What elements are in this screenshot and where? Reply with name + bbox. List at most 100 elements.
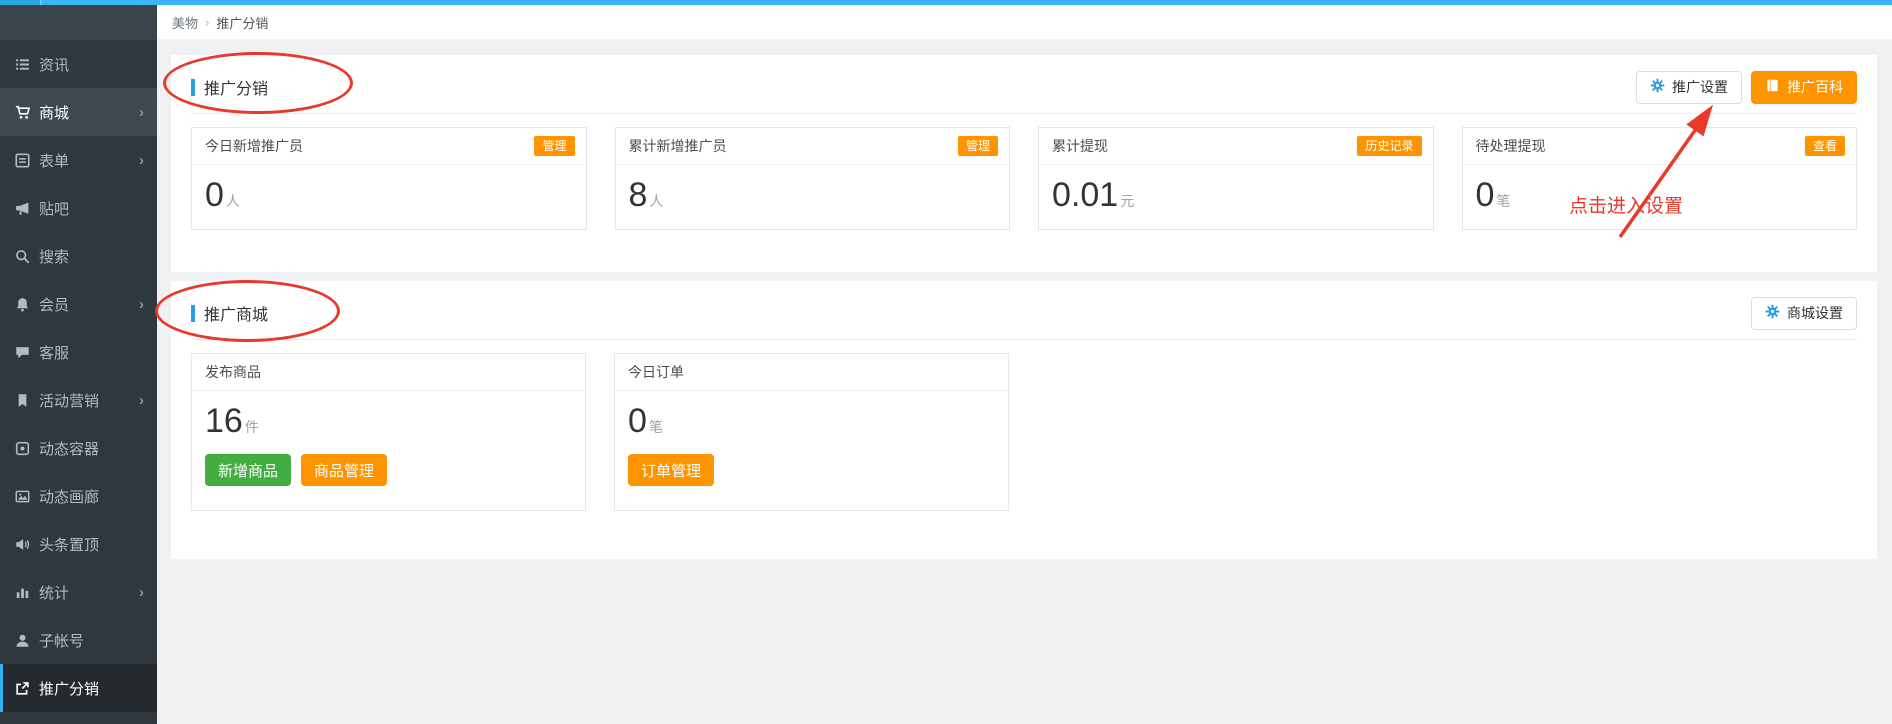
promotion-settings-button[interactable]: 推广设置 bbox=[1636, 71, 1742, 104]
stat-value: 0 bbox=[1476, 176, 1495, 215]
title-accent-bar bbox=[191, 79, 195, 96]
stat-card-label: 今日新增推广员 bbox=[205, 136, 303, 156]
sidebar-item-label: 会员 bbox=[39, 294, 69, 315]
sidebar-item-members[interactable]: 会员 › bbox=[0, 280, 157, 328]
manage-products-button[interactable]: 商品管理 bbox=[301, 454, 387, 486]
sidebar-item-dynamic-gallery[interactable]: 动态画廊 bbox=[0, 472, 157, 520]
gear-icon bbox=[1650, 78, 1665, 96]
form-icon bbox=[15, 153, 30, 168]
main-content: 推广分销 推广设置 推广百科 今日新增推广员 管理 bbox=[157, 39, 1892, 724]
sidebar-item-label: 客服 bbox=[39, 342, 69, 363]
manage-orders-button[interactable]: 订单管理 bbox=[628, 454, 714, 486]
breadcrumb-root[interactable]: 美物 bbox=[172, 13, 198, 32]
card-published-products: 发布商品 16 件 新增商品 商品管理 bbox=[191, 353, 586, 511]
promotion-panel: 推广分销 推广设置 推广百科 今日新增推广员 管理 bbox=[171, 55, 1877, 272]
chevron-right-icon: › bbox=[139, 584, 144, 601]
sidebar: 资讯 商城 › 表单 › 贴吧 搜索 会员 › 客服 活动营销 › 动态容器 动 bbox=[0, 5, 157, 724]
stat-card-label: 累计提现 bbox=[1052, 136, 1108, 156]
mall-section-title: 推广商城 bbox=[191, 301, 268, 325]
stat-card-total-promoters: 累计新增推广员 管理 8 人 bbox=[615, 127, 1011, 230]
sidebar-item-headline-top[interactable]: 头条置顶 bbox=[0, 520, 157, 568]
sidebar-item-label: 推广分销 bbox=[39, 678, 99, 699]
sidebar-item-label: 统计 bbox=[39, 582, 69, 603]
sidebar-item-label: 商城 bbox=[39, 102, 69, 123]
sidebar-item-dynamic-container[interactable]: 动态容器 bbox=[0, 424, 157, 472]
sidebar-item-service[interactable]: 客服 bbox=[0, 328, 157, 376]
bookmark-icon bbox=[15, 393, 30, 408]
stat-card-total-withdrawal: 累计提现 历史记录 0.01 元 bbox=[1038, 127, 1434, 230]
sidebar-item-label: 贴吧 bbox=[39, 198, 69, 219]
chevron-right-icon: › bbox=[139, 152, 144, 169]
stat-card-today-promoters: 今日新增推广员 管理 0 人 bbox=[191, 127, 587, 230]
card-label: 今日订单 bbox=[628, 362, 684, 382]
sidebar-item-subaccounts[interactable]: 子帐号 bbox=[0, 616, 157, 664]
stat-unit: 人 bbox=[226, 191, 240, 211]
sidebar-item-label: 活动营销 bbox=[39, 390, 99, 411]
gear-icon bbox=[1765, 304, 1780, 322]
list-icon bbox=[15, 57, 30, 72]
mall-panel: 推广商城 商城设置 发布商品 16 件 bbox=[171, 281, 1877, 559]
stat-card-label: 待处理提现 bbox=[1476, 136, 1546, 156]
book-icon bbox=[1765, 78, 1780, 96]
promotion-settings-label: 推广设置 bbox=[1672, 77, 1728, 97]
card-label: 发布商品 bbox=[205, 362, 261, 382]
promotion-section-title: 推广分销 bbox=[191, 75, 268, 99]
divider bbox=[191, 113, 1857, 114]
stat-unit: 元 bbox=[1120, 191, 1134, 211]
chevron-right-icon: › bbox=[139, 392, 144, 409]
stat-value: 0 bbox=[205, 176, 224, 215]
sidebar-item-campaigns[interactable]: 活动营销 › bbox=[0, 376, 157, 424]
stat-value: 0 bbox=[628, 402, 647, 441]
stat-value: 8 bbox=[629, 176, 648, 215]
sidebar-item-label: 动态画廊 bbox=[39, 486, 99, 507]
view-badge[interactable]: 查看 bbox=[1805, 136, 1845, 156]
user-icon bbox=[15, 633, 30, 648]
stat-card-label: 累计新增推广员 bbox=[629, 136, 727, 156]
sidebar-item-label: 资讯 bbox=[39, 54, 69, 75]
mall-settings-label: 商城设置 bbox=[1787, 303, 1843, 323]
chat-icon bbox=[15, 345, 30, 360]
card-today-orders: 今日订单 0 笔 订单管理 bbox=[614, 353, 1009, 511]
breadcrumb-separator-icon: › bbox=[205, 15, 209, 30]
megaphone-icon bbox=[15, 201, 30, 216]
sidebar-item-mall[interactable]: 商城 › bbox=[0, 88, 157, 136]
sidebar-item-label: 动态容器 bbox=[39, 438, 99, 459]
chevron-right-icon: › bbox=[139, 104, 144, 121]
divider bbox=[191, 339, 1857, 340]
container-icon bbox=[15, 441, 30, 456]
sidebar-item-forms[interactable]: 表单 › bbox=[0, 136, 157, 184]
stat-unit: 笔 bbox=[1496, 191, 1510, 211]
stat-value: 0.01 bbox=[1052, 176, 1118, 215]
mall-settings-button[interactable]: 商城设置 bbox=[1751, 297, 1857, 330]
promotion-wiki-button[interactable]: 推广百科 bbox=[1751, 71, 1857, 104]
promotion-wiki-label: 推广百科 bbox=[1787, 77, 1843, 97]
sidebar-item-label: 子帐号 bbox=[39, 630, 84, 651]
bell-icon bbox=[15, 297, 30, 312]
sidebar-item-label: 搜索 bbox=[39, 246, 69, 267]
section-title: 推广商城 bbox=[204, 301, 268, 325]
sidebar-item-tieba[interactable]: 贴吧 bbox=[0, 184, 157, 232]
history-badge[interactable]: 历史记录 bbox=[1357, 136, 1421, 156]
speaker-icon bbox=[15, 537, 30, 552]
breadcrumb-current: 推广分销 bbox=[216, 13, 268, 32]
chevron-right-icon: › bbox=[139, 296, 144, 313]
stats-icon bbox=[15, 585, 30, 600]
sidebar-item-label: 头条置顶 bbox=[39, 534, 99, 555]
share-icon bbox=[15, 681, 30, 696]
stat-value: 16 bbox=[205, 402, 243, 441]
stat-unit: 笔 bbox=[649, 417, 663, 437]
stat-unit: 人 bbox=[649, 191, 663, 211]
sidebar-item-promotion[interactable]: 推广分销 bbox=[0, 664, 157, 712]
manage-badge[interactable]: 管理 bbox=[534, 136, 574, 156]
manage-badge[interactable]: 管理 bbox=[958, 136, 998, 156]
sidebar-item-statistics[interactable]: 统计 › bbox=[0, 568, 157, 616]
cart-icon bbox=[15, 105, 30, 120]
sidebar-item-label: 表单 bbox=[39, 150, 69, 171]
stat-card-pending-withdrawal: 待处理提现 查看 0 笔 bbox=[1462, 127, 1858, 230]
sidebar-header bbox=[0, 5, 157, 40]
sidebar-item-search[interactable]: 搜索 bbox=[0, 232, 157, 280]
gallery-icon bbox=[15, 489, 30, 504]
search-icon bbox=[15, 249, 30, 264]
sidebar-item-news[interactable]: 资讯 bbox=[0, 40, 157, 88]
add-product-button[interactable]: 新增商品 bbox=[205, 454, 291, 486]
